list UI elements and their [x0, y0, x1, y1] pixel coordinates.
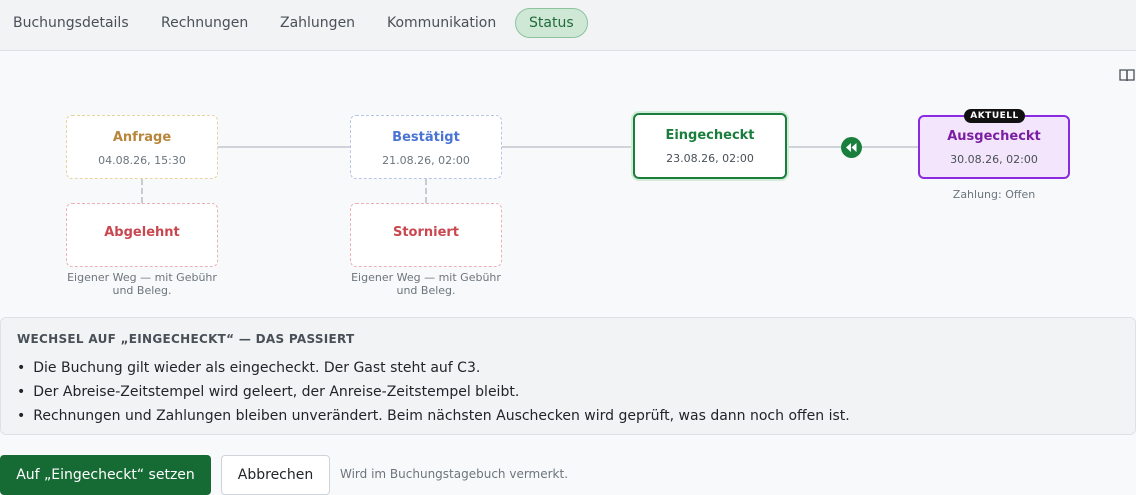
cancel-button[interactable]: Abbrechen [221, 455, 330, 495]
status-node-anfrage[interactable]: Anfrage 04.08.26, 15:30 [66, 115, 218, 179]
rewind-icon [846, 143, 857, 152]
status-node-date: 21.08.26, 02:00 [382, 154, 470, 167]
tab-bar: Buchungsdetails Rechnungen Zahlungen Kom… [0, 0, 1136, 51]
status-node-date: 23.08.26, 02:00 [666, 152, 754, 165]
connector-bestaetigt-eingecheckt [502, 146, 633, 148]
transition-info-panel: WECHSEL AUF „EINGECHECKT“ — DAS PASSIERT… [0, 317, 1136, 435]
note-line: und Beleg. [112, 284, 172, 297]
status-node-label: Eingecheckt [665, 128, 755, 143]
current-status-badge: AKTUELL [964, 109, 1025, 123]
status-node-label: Abgelehnt [104, 225, 180, 240]
status-node-abgelehnt[interactable]: Abgelehnt [66, 203, 218, 267]
storniert-note: Eigener Weg — mit Gebühr und Beleg. [340, 271, 512, 297]
revert-to-eingecheckt-button[interactable] [841, 137, 862, 158]
status-node-storniert[interactable]: Storniert [350, 203, 502, 267]
info-item: Die Buchung gilt wieder als eingecheckt.… [17, 356, 850, 380]
set-eingecheckt-button[interactable]: Auf „Eingecheckt“ setzen [0, 455, 211, 495]
payment-status-note: Zahlung: Offen [952, 188, 1036, 201]
book-icon[interactable] [1119, 67, 1135, 83]
status-node-bestaetigt[interactable]: Bestätigt 21.08.26, 02:00 [350, 115, 502, 179]
tab-status[interactable]: Status [515, 8, 588, 38]
tab-buchungsdetails[interactable]: Buchungsdetails [0, 8, 142, 38]
abgelehnt-note: Eigener Weg — mit Gebühr und Beleg. [56, 271, 228, 297]
status-node-label: Anfrage [112, 130, 172, 145]
connector-bestaetigt-storniert [425, 179, 427, 203]
tab-zahlungen[interactable]: Zahlungen [267, 8, 368, 38]
info-title: WECHSEL AUF „EINGECHECKT“ — DAS PASSIERT [17, 332, 355, 346]
info-item: Rechnungen und Zahlungen bleiben unverän… [17, 404, 849, 428]
note-line: Eigener Weg — mit Gebühr [67, 271, 217, 284]
status-node-date: 04.08.26, 15:30 [98, 154, 186, 167]
status-node-label: Bestätigt [392, 130, 460, 145]
note-line: Eigener Weg — mit Gebühr [351, 271, 501, 284]
status-node-ausgecheckt[interactable]: Ausgecheckt 30.08.26, 02:00 [918, 115, 1070, 179]
info-item: Der Abreise-Zeitstempel wird geleert, de… [17, 380, 850, 404]
tab-rechnungen[interactable]: Rechnungen [148, 8, 261, 38]
info-list: Die Buchung gilt wieder als eingecheckt.… [17, 356, 850, 428]
status-node-date: 30.08.26, 02:00 [950, 153, 1038, 166]
connector-anfrage-abgelehnt [141, 179, 143, 203]
journal-hint: Wird im Buchungstagebuch vermerkt. [340, 467, 569, 481]
tab-kommunikation[interactable]: Kommunikation [374, 8, 509, 38]
connector-anfrage-bestaetigt [218, 146, 350, 148]
note-line: und Beleg. [396, 284, 456, 297]
status-node-label: Ausgecheckt [947, 129, 1041, 144]
status-node-label: Storniert [392, 225, 460, 240]
status-node-eingecheckt[interactable]: Eingecheckt 23.08.26, 02:00 [633, 113, 787, 179]
